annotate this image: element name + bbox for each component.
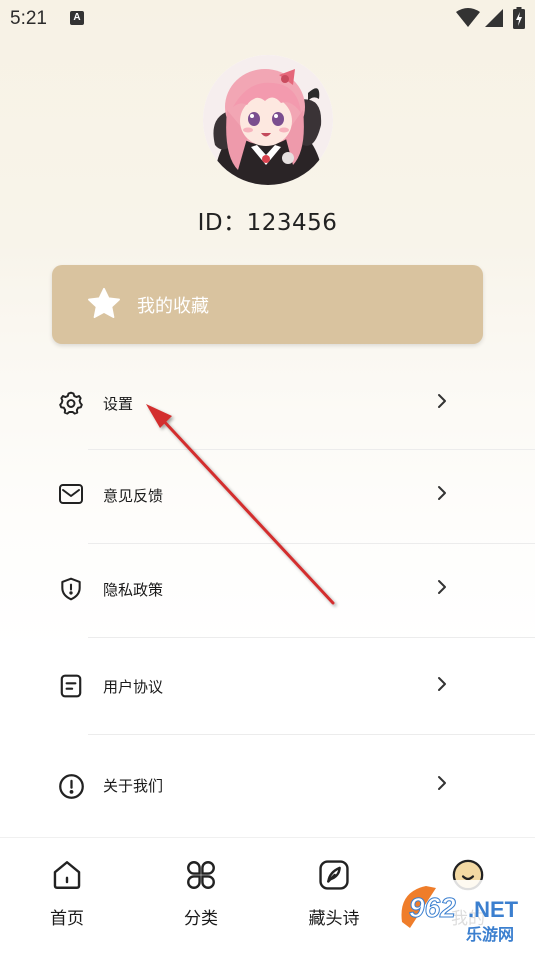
user-id-text: ID：123456: [197, 210, 338, 236]
status-time: 5:21: [10, 8, 47, 29]
mail-icon: [59, 484, 83, 504]
chevron-right-icon: [438, 677, 446, 691]
tab-home[interactable]: 首页: [0, 838, 134, 953]
gear-icon: [59, 391, 83, 415]
battery-icon: [513, 7, 525, 29]
menu-item-settings[interactable]: 设置: [0, 355, 535, 450]
tab-category-label: 分类: [184, 909, 218, 929]
watermark-site-name: 乐游网: [466, 925, 514, 944]
tab-acrostic[interactable]: 藏头诗: [267, 838, 401, 953]
menu-item-privacy[interactable]: 隐私政策: [0, 544, 535, 638]
notification-icon: A: [70, 11, 84, 25]
avatar-illustration: [203, 55, 333, 185]
settings-menu: 设置 意见反馈 隐私政策 用户协议 关于我们: [0, 355, 535, 835]
menu-item-feedback[interactable]: 意见反馈: [0, 450, 535, 544]
home-icon: [53, 861, 81, 889]
shield-alert-icon: [61, 577, 81, 601]
avatar[interactable]: [203, 55, 333, 185]
info-circle-icon: [59, 774, 84, 799]
menu-item-agreement[interactable]: 用户协议: [0, 638, 535, 735]
signal-icon: [485, 9, 503, 27]
feather-icon: [319, 860, 349, 890]
chevron-right-icon: [438, 394, 446, 408]
chevron-right-icon: [438, 580, 446, 594]
menu-label-settings: 设置: [103, 395, 134, 413]
document-icon: [60, 674, 82, 698]
clover-icon: [187, 861, 215, 889]
chevron-right-icon: [438, 776, 446, 790]
star-icon: [88, 287, 120, 319]
menu-label-about: 关于我们: [103, 777, 164, 795]
tab-acrostic-label: 藏头诗: [308, 909, 360, 929]
status-bar: 5:21 A: [0, 0, 535, 36]
favorites-label: 我的收藏: [137, 296, 209, 317]
watermark-number: 962: [409, 892, 456, 923]
menu-label-feedback: 意见反馈: [103, 487, 164, 505]
site-watermark: 962 .NET 乐游网: [396, 880, 533, 946]
chevron-right-icon: [438, 486, 446, 500]
menu-item-about[interactable]: 关于我们: [0, 735, 535, 835]
watermark-suffix: .NET: [468, 897, 519, 922]
tab-home-label: 首页: [50, 909, 84, 929]
wifi-icon: [456, 8, 480, 27]
tab-category[interactable]: 分类: [134, 838, 268, 953]
menu-label-agreement: 用户协议: [103, 678, 164, 696]
favorites-card[interactable]: 我的收藏: [52, 265, 483, 344]
menu-label-privacy: 隐私政策: [103, 581, 164, 599]
